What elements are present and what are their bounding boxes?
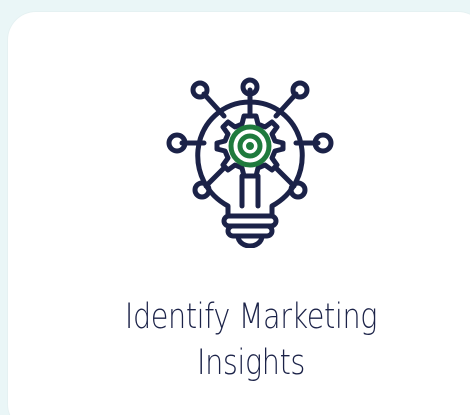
feature-card: Identify Marketing Insights	[8, 12, 470, 415]
page: Identify Marketing Insights	[0, 0, 470, 415]
lightbulb-gear-target-icon	[166, 76, 334, 248]
card-title-line-1: Identify Marketing	[124, 297, 378, 337]
card-title-line-2: Insights	[197, 343, 305, 383]
card-title: Identify Marketing Insights	[52, 294, 451, 386]
